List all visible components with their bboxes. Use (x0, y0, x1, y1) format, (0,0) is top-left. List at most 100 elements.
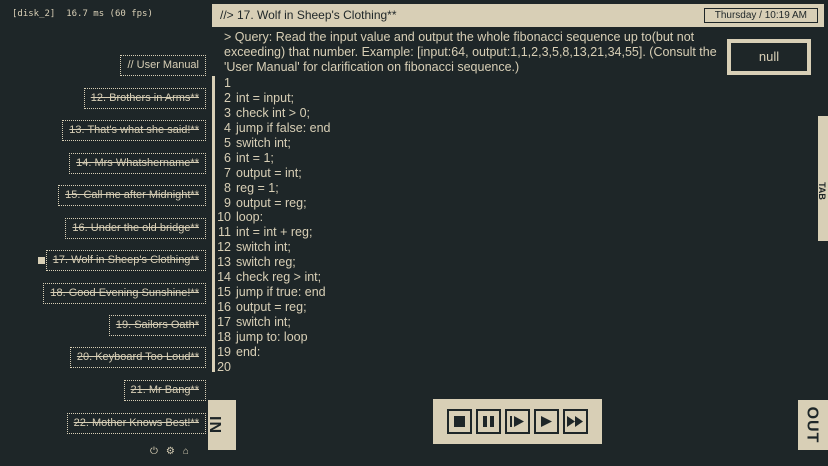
code-line[interactable]: 16 output = reg; (215, 300, 331, 315)
line-number: 19 (217, 344, 231, 359)
level-title-bar: //> 17. Wolf in Sheep's Clothing** Thurs… (212, 4, 824, 27)
level-label: 22. Mother Knows Best!** (73, 417, 199, 429)
stop-button[interactable] (447, 409, 472, 434)
level-item[interactable]: 16. Under the old bridge** (65, 218, 206, 239)
clock: Thursday / 10:19 AM (703, 8, 818, 23)
current-level-marker (37, 257, 45, 264)
code-line[interactable]: 3 check int > 0; (215, 106, 331, 121)
level-item[interactable]: 15. Call me after Midnight** (58, 185, 206, 206)
code-line[interactable]: 14 check reg > int; (215, 270, 331, 285)
stop-icon (454, 416, 465, 427)
level-item[interactable]: 20. Keyboard Too Loud** (69, 347, 206, 368)
user-manual-button[interactable]: // User Manual (120, 55, 206, 76)
level-item[interactable]: 21. Mr Bang** (123, 380, 206, 401)
level-title: //> 17. Wolf in Sheep's Clothing** (220, 8, 397, 22)
level-label: 19. Sailors Oath* (115, 319, 199, 331)
code-line[interactable]: 4 jump if false: end (215, 120, 331, 136)
home-icon[interactable]: ⌂ (183, 446, 189, 457)
step-button[interactable] (505, 409, 530, 434)
code-line[interactable]: 5 switch int; (215, 136, 331, 151)
code-text: check int > 0; (236, 105, 310, 120)
pause-button[interactable] (476, 409, 501, 434)
line-number: 17 (217, 315, 231, 329)
code-text: int = int + reg; (236, 225, 313, 240)
code-line[interactable]: 8 reg = 1; (215, 181, 331, 196)
code-text: switch int; (236, 315, 291, 329)
status-bar: [disk_2] 16.7 ms (60 fps) (12, 9, 153, 19)
line-number: 14 (217, 270, 231, 285)
line-number: 12 (217, 240, 231, 255)
code-text: switch int; (236, 240, 291, 255)
level-label: // User Manual (127, 59, 199, 71)
line-number: 4 (224, 120, 231, 135)
line-number: 20 (217, 359, 231, 374)
level-item[interactable]: 14. Mrs Whatshername** (69, 153, 206, 174)
tab-label: TAB (816, 182, 827, 200)
code-line[interactable]: 18 jump to: loop (215, 330, 331, 345)
code-line[interactable]: 13 switch reg; (215, 255, 331, 270)
code-text: reg = 1; (236, 180, 279, 195)
playback-controls (433, 399, 602, 444)
code-line[interactable]: 19 end: (215, 345, 331, 360)
level-label: 16. Under the old bridge** (72, 222, 199, 234)
code-text: jump if false: end (236, 120, 331, 135)
code-text: int = 1; (236, 150, 274, 165)
line-number: 16 (217, 300, 231, 315)
line-number: 5 (224, 135, 231, 150)
play-button[interactable] (534, 409, 559, 434)
step-icon (510, 416, 524, 427)
line-number: 3 (224, 105, 231, 120)
line-number: 9 (224, 195, 231, 210)
line-number: 13 (217, 255, 231, 270)
code-line[interactable]: 9 output = reg; (215, 196, 331, 211)
line-number: 7 (224, 165, 231, 180)
code-line[interactable]: 20 (215, 360, 331, 375)
tab-handle[interactable]: TAB (816, 116, 828, 241)
code-line[interactable]: 12 switch int; (215, 240, 331, 255)
output-port: OUT (798, 400, 828, 450)
level-label: 17. Wolf in Sheep's Clothing** (52, 254, 199, 266)
code-text: output = reg; (236, 195, 307, 210)
bottom-toolbar: ⏻ ⚙ ⌂ (150, 446, 189, 457)
output-label: OUT (803, 406, 821, 444)
disk-label: [disk_2] (12, 9, 56, 19)
line-number: 2 (224, 90, 231, 105)
level-item[interactable]: 18. Good Evening Sunshine!** (43, 283, 206, 304)
level-item-current[interactable]: 17. Wolf in Sheep's Clothing** (37, 250, 206, 271)
line-number: 1 (224, 76, 231, 90)
line-number: 8 (224, 180, 231, 195)
line-number: 15 (217, 285, 231, 300)
play-icon (541, 416, 552, 427)
level-item[interactable]: 19. Sailors Oath* (108, 315, 206, 336)
code-editor[interactable]: 1 2 int = input; 3 check int > 0; 4 jump if fa… (215, 76, 331, 375)
code-text: check reg > int; (236, 270, 322, 285)
code-line[interactable]: 7 output = int; (215, 166, 331, 181)
pause-icon (483, 416, 494, 427)
power-icon[interactable]: ⏻ (150, 446, 158, 457)
code-line[interactable]: 11 int = int + reg; (215, 225, 331, 240)
code-line[interactable]: 15 jump if true: end (215, 285, 331, 300)
level-item[interactable]: 13. That's what she said!** (62, 120, 206, 141)
code-line[interactable]: 2 int = input; (215, 91, 331, 106)
level-label: 13. That's what she said!** (69, 124, 199, 136)
level-label: 18. Good Evening Sunshine!** (50, 287, 199, 299)
query-text: > Query: Read the input value and output… (224, 30, 717, 74)
code-text: jump if true: end (236, 285, 326, 300)
settings-icon[interactable]: ⚙ (166, 446, 175, 457)
level-item[interactable]: 22. Mother Knows Best!** (66, 413, 206, 434)
code-line[interactable]: 1 (215, 76, 331, 91)
code-text: int = input; (236, 90, 295, 105)
line-number: 11 (218, 225, 231, 240)
code-line[interactable]: 6 int = 1; (215, 151, 331, 166)
code-line[interactable]: 17 switch int; (215, 315, 331, 330)
level-label: 21. Mr Bang** (130, 384, 199, 396)
fast-forward-button[interactable] (563, 409, 588, 434)
code-line[interactable]: 10 loop: (215, 210, 331, 225)
code-text: output = int; (236, 165, 302, 180)
output-value: null (731, 43, 807, 71)
input-label: IN (206, 416, 223, 434)
line-number: 10 (217, 210, 231, 225)
frame-time: 16.7 ms (60 fps) (66, 9, 153, 19)
level-item[interactable]: 12. Brothers in Arms** (83, 88, 206, 109)
input-port: IN (206, 400, 236, 450)
